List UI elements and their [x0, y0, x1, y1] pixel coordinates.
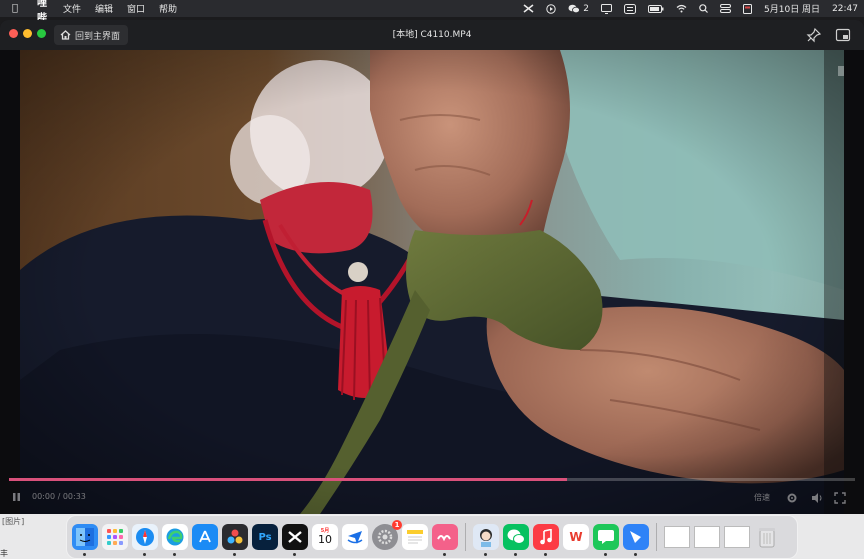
settings-badge: 1 [392, 520, 402, 530]
menu-app-name[interactable]: 哔哩哔哩 [30, 0, 56, 39]
minimize-button[interactable] [23, 29, 32, 38]
launchpad-icon[interactable] [102, 524, 128, 550]
status-area: 2 5月10日 周日 22:47 [517, 0, 864, 17]
wechat-count: 2 [583, 3, 590, 14]
finder-icon[interactable] [72, 524, 98, 556]
wechat-status-icon[interactable]: 2 [562, 0, 595, 17]
zoom-button[interactable] [37, 29, 46, 38]
mail-send-icon[interactable] [342, 524, 368, 550]
pin-icon[interactable] [806, 27, 822, 43]
notes-icon[interactable] [402, 524, 428, 550]
capcut-icon[interactable] [282, 524, 308, 556]
settings-gear-icon[interactable] [786, 492, 798, 506]
wifi-icon[interactable] [670, 0, 693, 17]
avatar-app-icon[interactable] [473, 524, 499, 556]
system-settings-icon[interactable]: 1 [372, 520, 402, 550]
trash-icon[interactable] [754, 524, 780, 550]
menu-window[interactable]: 窗口 [120, 2, 152, 15]
player-window: 回到主界面 [本地] C4110.MP4 00:00 / 00:33 倍速 [0, 20, 864, 514]
desktop-bottom-char: 丰 [0, 549, 8, 558]
music-icon[interactable] [533, 524, 559, 556]
dock-separator [465, 523, 466, 551]
safari-icon[interactable] [132, 524, 158, 556]
picture-in-picture-icon[interactable] [835, 27, 851, 43]
app-store-icon[interactable] [192, 524, 218, 550]
apple-icon[interactable]:  [0, 3, 30, 14]
desktop-file-label: [图片] [2, 517, 25, 526]
progress-fill [9, 478, 568, 481]
speed-button[interactable]: 倍速 [754, 492, 770, 503]
meitu-icon[interactable] [432, 524, 458, 556]
calendar-icon[interactable]: 5月 10 [312, 524, 338, 550]
dock-separator-2 [656, 523, 657, 551]
video-left-margin [0, 50, 20, 514]
home-button-label: 回到主界面 [75, 31, 121, 42]
video-frame[interactable] [20, 50, 844, 514]
menu-help[interactable]: 帮助 [152, 2, 184, 15]
menu-file[interactable]: 文件 [56, 2, 88, 15]
messages-icon[interactable] [593, 524, 619, 556]
clock-time[interactable]: 22:47 [826, 0, 864, 17]
wps-icon[interactable]: W [563, 524, 589, 550]
play-status-icon[interactable] [540, 0, 562, 17]
capcut-status-icon[interactable] [517, 0, 540, 17]
edge-icon[interactable] [162, 524, 188, 556]
dock: Ps 5月 10 1 W [66, 515, 798, 559]
search-icon[interactable] [693, 0, 714, 17]
minimized-window-3[interactable] [724, 526, 750, 548]
progress-bar[interactable] [9, 478, 855, 481]
battery-icon[interactable] [642, 0, 670, 17]
home-button[interactable]: 回到主界面 [54, 25, 129, 45]
menu-edit[interactable]: 编辑 [88, 2, 120, 15]
close-button[interactable] [9, 29, 18, 38]
clock-date[interactable]: 5月10日 周日 [758, 0, 826, 17]
display-icon[interactable] [595, 0, 618, 17]
davinci-resolve-icon[interactable] [222, 524, 248, 556]
window-title: [本地] C4110.MP4 [392, 30, 472, 40]
input-method-icon[interactable] [618, 0, 642, 17]
wechat-icon[interactable] [503, 524, 529, 556]
play-button[interactable] [12, 492, 21, 504]
menu-bar:  哔哩哔哩 文件 编辑 窗口 帮助 2 [0, 0, 864, 39]
minimized-window-1[interactable] [664, 526, 690, 548]
video-right-margin [844, 50, 864, 514]
minimized-window-2[interactable] [694, 526, 720, 548]
user-flag-icon[interactable] [737, 0, 758, 17]
player-controls: 00:00 / 00:33 倍速 [0, 475, 864, 514]
window-controls [9, 29, 46, 38]
time-display: 00:00 / 00:33 [32, 492, 86, 501]
fullscreen-icon[interactable] [834, 492, 846, 506]
calendar-day: 10 [318, 533, 332, 546]
volume-icon[interactable] [811, 492, 823, 506]
home-icon [60, 30, 71, 40]
feishu-icon[interactable] [623, 524, 649, 556]
photoshop-icon[interactable]: Ps [252, 524, 278, 550]
control-center-icon[interactable] [714, 0, 737, 17]
title-bar: 回到主界面 [本地] C4110.MP4 [0, 20, 864, 50]
